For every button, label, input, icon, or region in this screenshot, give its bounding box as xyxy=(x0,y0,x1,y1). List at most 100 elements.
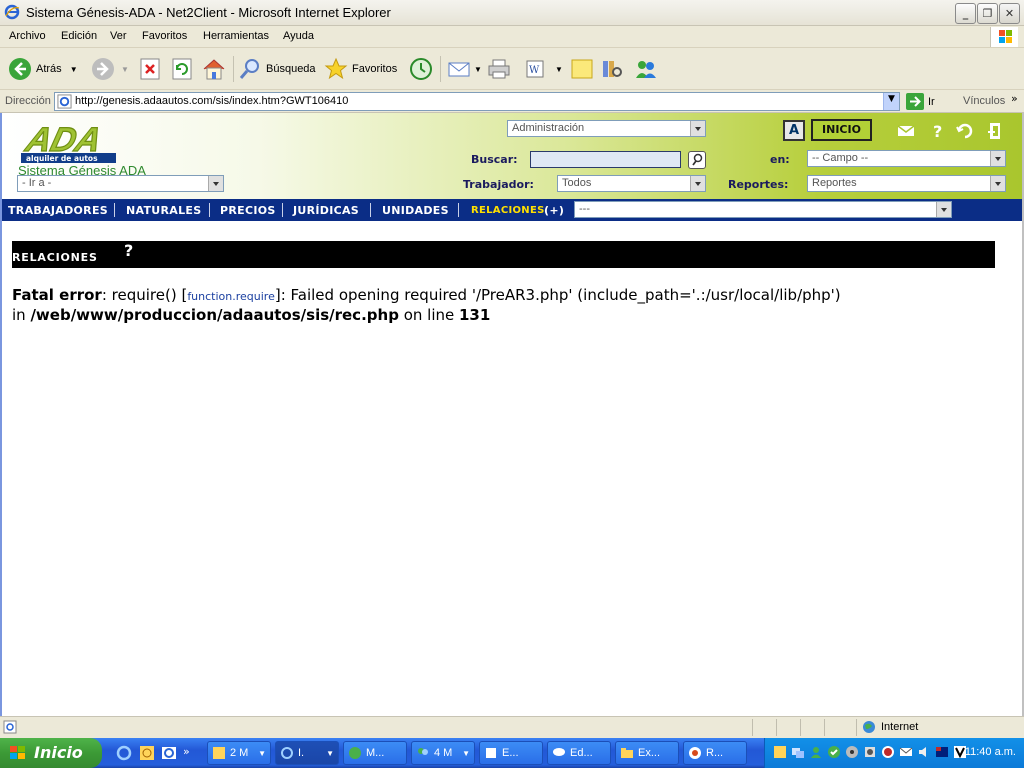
history-icon xyxy=(410,58,432,80)
print-button[interactable] xyxy=(487,55,511,83)
error-function-link[interactable]: function.require xyxy=(187,290,275,303)
refresh-icon[interactable] xyxy=(955,122,975,140)
mail-button[interactable]: ▼ xyxy=(447,55,482,83)
chat-task-icon xyxy=(553,748,565,756)
tray-device-icon[interactable] xyxy=(863,745,877,759)
tray-antivirus-icon[interactable] xyxy=(881,745,895,759)
home-button[interactable] xyxy=(202,55,226,83)
menu-edicion[interactable]: Edición xyxy=(61,30,97,42)
menu-favoritos[interactable]: Favoritos xyxy=(142,30,187,42)
close-button[interactable]: ✕ xyxy=(999,3,1020,24)
nav-naturales[interactable]: NATURALES xyxy=(126,204,201,217)
editor-task-icon xyxy=(486,748,496,758)
address-field[interactable]: http://genesis.adaautos.com/sis/index.ht… xyxy=(54,92,900,111)
svg-text:?: ? xyxy=(933,122,942,140)
mail-icon xyxy=(448,62,470,77)
worker-select[interactable]: Todos xyxy=(557,175,706,192)
task-7[interactable]: Ex... xyxy=(615,741,679,765)
nav-relaciones[interactable]: RELACIONES xyxy=(471,205,545,216)
forward-dropdown-icon[interactable]: ▼ xyxy=(121,65,129,74)
nav-relaciones-expand[interactable]: (+) xyxy=(544,204,564,217)
tray-check-icon[interactable] xyxy=(827,745,841,759)
nav-precios[interactable]: PRECIOS xyxy=(220,204,276,217)
mail-icon[interactable] xyxy=(896,122,916,140)
history-button[interactable] xyxy=(409,55,433,83)
task-1[interactable]: 2 M ▼ xyxy=(207,741,271,765)
tray-network-icon[interactable] xyxy=(791,745,805,759)
star-icon xyxy=(324,57,348,80)
task-3[interactable]: M... xyxy=(343,741,407,765)
system-name: Sistema Génesis ADA xyxy=(18,163,146,175)
printer-icon xyxy=(488,59,510,79)
research-button[interactable] xyxy=(600,55,624,83)
messenger-button[interactable] xyxy=(634,55,658,83)
nav-select[interactable]: --- xyxy=(574,201,952,218)
task-8[interactable]: R... xyxy=(683,741,747,765)
go-arrow-icon xyxy=(906,93,924,110)
ie-quicklaunch-icon[interactable] xyxy=(116,745,132,761)
refresh-button[interactable] xyxy=(172,55,192,83)
outlook-quicklaunch-icon[interactable] xyxy=(161,745,177,761)
task-6[interactable]: Ed... xyxy=(547,741,611,765)
chevron-right-icon[interactable]: » xyxy=(1011,92,1018,105)
back-button[interactable]: Atrás ▼ xyxy=(8,55,78,83)
ie-task-icon xyxy=(281,747,293,759)
tray-disc-icon[interactable] xyxy=(845,745,859,759)
font-size-button[interactable]: A xyxy=(783,120,805,141)
tray-mail-icon[interactable] xyxy=(899,745,913,759)
clock[interactable]: 11:40 a.m. xyxy=(965,746,1016,758)
task-2-label: I. xyxy=(298,747,305,759)
mail-dropdown-icon[interactable]: ▼ xyxy=(474,65,482,74)
tray-flag-icon[interactable] xyxy=(935,745,949,759)
edit-word-button[interactable]: W ▼ xyxy=(525,55,563,83)
goto-select[interactable]: - Ir a - xyxy=(17,175,224,192)
menu-herramientas[interactable]: Herramientas xyxy=(203,30,269,42)
tray-messenger-icon[interactable] xyxy=(809,745,823,759)
maximize-button[interactable]: ❐ xyxy=(977,3,998,24)
favorites-button[interactable]: Favoritos xyxy=(324,55,397,83)
task-4[interactable]: 4 M ▼ xyxy=(411,741,475,765)
admin-select[interactable]: Administración xyxy=(507,120,706,137)
menu-ayuda[interactable]: Ayuda xyxy=(283,30,314,42)
worker-label: Trabajador: xyxy=(463,178,534,191)
reports-select[interactable]: Reportes xyxy=(807,175,1006,192)
error-in: in xyxy=(12,306,31,324)
go-button[interactable]: Ir xyxy=(906,93,935,110)
clock-quicklaunch-icon[interactable] xyxy=(139,745,155,761)
tray-audio-icon[interactable] xyxy=(917,745,931,759)
task-5[interactable]: E... xyxy=(479,741,543,765)
page-icon xyxy=(57,94,72,109)
start-button[interactable]: Inicio xyxy=(0,738,102,768)
menu-ver[interactable]: Ver xyxy=(110,30,127,42)
minimize-button[interactable]: _ xyxy=(955,3,976,24)
ada-logo: ADA alquiler de autos xyxy=(21,121,116,163)
field-select[interactable]: -- Campo -- xyxy=(807,150,1006,167)
nav-unidades[interactable]: UNIDADES xyxy=(382,204,449,217)
nav-trabajadores[interactable]: TRABAJADORES xyxy=(8,204,108,217)
notes-button[interactable] xyxy=(570,55,594,83)
links-label[interactable]: Vínculos xyxy=(963,95,1005,107)
edit-dropdown-icon[interactable]: ▼ xyxy=(555,65,563,74)
error-line: 131 xyxy=(459,306,491,324)
back-dropdown-icon[interactable]: ▼ xyxy=(70,65,78,74)
nav-juridicas[interactable]: JURÍDICAS xyxy=(293,204,359,217)
home-icon xyxy=(203,59,225,80)
stop-button[interactable] xyxy=(140,55,160,83)
forward-button[interactable]: ▼ xyxy=(91,55,129,83)
inicio-button[interactable]: INICIO xyxy=(811,119,872,141)
folder-task-icon xyxy=(621,748,633,758)
menu-bar: Archivo Edición Ver Favoritos Herramient… xyxy=(0,26,1024,48)
section-help-icon[interactable]: ? xyxy=(124,241,133,260)
menu-archivo[interactable]: Archivo xyxy=(9,30,46,42)
exit-icon[interactable] xyxy=(985,122,1005,140)
help-icon[interactable]: ? xyxy=(928,122,948,140)
task-2[interactable]: I. ▼ xyxy=(275,741,339,765)
address-dropdown-icon[interactable]: ▼ xyxy=(883,93,899,110)
search-input[interactable] xyxy=(530,151,681,168)
search-button[interactable]: Búsqueda xyxy=(238,55,316,83)
tray-clock-icon[interactable] xyxy=(773,745,787,759)
windows-flag-icon xyxy=(10,746,25,759)
search-submit-button[interactable] xyxy=(688,151,706,169)
quicklaunch-expand-icon[interactable]: » xyxy=(183,745,190,758)
php-error-message: Fatal error: require() [function.require… xyxy=(12,286,1002,324)
